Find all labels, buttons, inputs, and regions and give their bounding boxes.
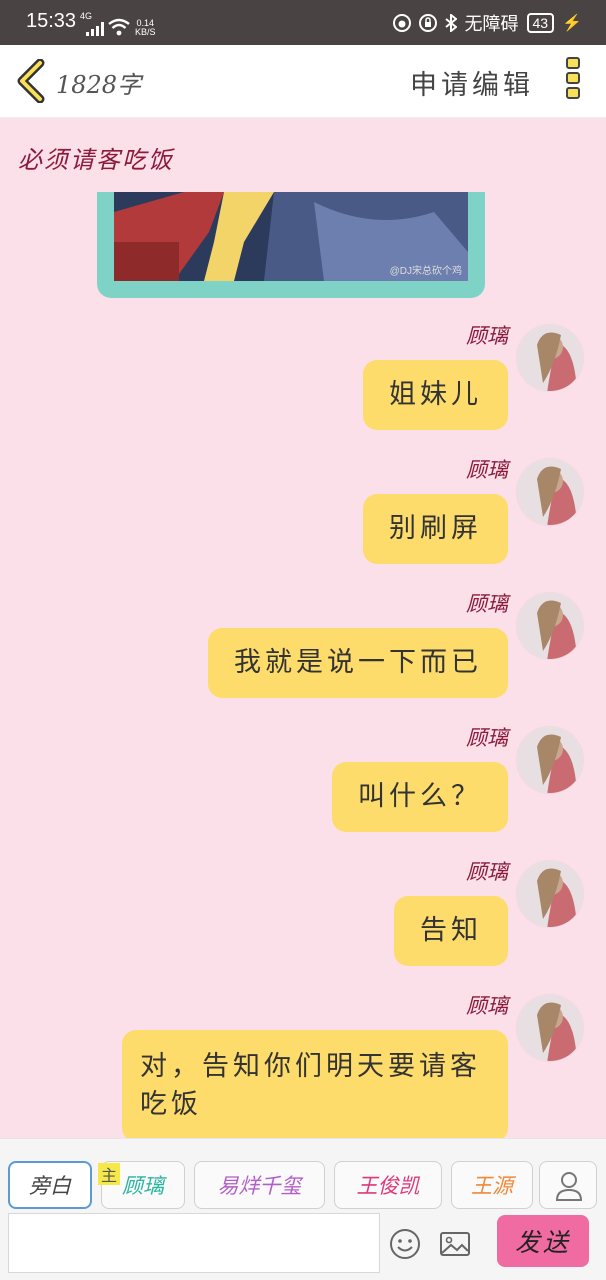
input-bar: 旁白 顾璃 主 易烊千玺 王俊凯 王源 发送 — [0, 1138, 606, 1280]
signal-icon — [86, 22, 104, 36]
sender-name: 顾璃 — [466, 726, 508, 750]
sender-name: 顾璃 — [466, 994, 508, 1018]
message-input[interactable] — [8, 1213, 380, 1273]
bluetooth-icon — [444, 14, 457, 32]
sender-name: 顾璃 — [466, 324, 508, 348]
sender-name: 顾璃 — [466, 458, 508, 482]
status-time: 15:33 — [26, 10, 77, 32]
shared-image[interactable]: @DJ宋总砍个鸡 — [114, 192, 468, 281]
role-yiyangqianxi[interactable]: 易烊千玺 — [194, 1161, 325, 1209]
role-wangjunkai[interactable]: 王俊凯 — [334, 1161, 442, 1209]
message-bubble[interactable]: 别刷屏 — [363, 494, 508, 564]
network-type: 4G — [80, 11, 93, 21]
role-label: 王源 — [471, 1174, 513, 1198]
role-label: 易烊千玺 — [217, 1174, 302, 1198]
role-label: 顾璃 — [122, 1174, 164, 1198]
image-message[interactable]: @DJ宋总砍个鸡 — [97, 192, 485, 298]
role-label: 旁白 — [29, 1174, 71, 1198]
avatar[interactable] — [516, 592, 584, 660]
speed-unit: KB/S — [135, 27, 156, 37]
message-bubble[interactable]: 告知 — [394, 896, 508, 966]
status-right: 无障碍 43 ⚡ — [392, 10, 582, 36]
network-speed: 0.14 KB/S — [135, 19, 156, 37]
smiley-icon[interactable] — [388, 1227, 422, 1261]
lead-role-tag: 主 — [98, 1163, 120, 1185]
eye-comfort-icon — [392, 14, 411, 32]
word-count: 1828字 — [56, 71, 142, 99]
lock-rotation-icon — [418, 14, 437, 32]
image-icon[interactable] — [438, 1227, 472, 1261]
avatar[interactable] — [516, 324, 584, 392]
avatar[interactable] — [516, 458, 584, 526]
chevron-left-icon[interactable] — [14, 59, 48, 103]
avatar[interactable] — [516, 994, 584, 1062]
role-narrator[interactable]: 旁白 — [8, 1161, 92, 1209]
character-manage-button[interactable] — [539, 1161, 597, 1209]
apply-edit-button[interactable]: 申请编辑 — [410, 63, 534, 102]
battery-icon: 43 — [526, 13, 555, 33]
role-label: 王俊凯 — [356, 1174, 420, 1198]
image-watermark: @DJ宋总砍个鸡 — [389, 266, 462, 277]
send-button[interactable]: 发送 — [497, 1215, 589, 1267]
sender-name: 顾璃 — [466, 592, 508, 616]
message-bubble[interactable]: 对，告知你们明天要请客吃饭 — [122, 1030, 508, 1138]
message-bubble[interactable]: 我就是说一下而已 — [208, 628, 508, 698]
avatar[interactable] — [516, 726, 584, 794]
person-icon — [555, 1172, 583, 1201]
charging-icon: ⚡ — [562, 15, 582, 32]
wifi-icon — [108, 18, 130, 36]
message-bubble[interactable]: 姐妹儿 — [363, 360, 508, 430]
sender-name: 顾璃 — [466, 860, 508, 884]
role-wangyuan[interactable]: 王源 — [451, 1161, 533, 1209]
more-vertical-icon[interactable] — [564, 57, 582, 107]
accessibility-label: 无障碍 — [464, 14, 519, 34]
header: 1828字 申请编辑 — [0, 45, 606, 118]
send-label: 发送 — [514, 1228, 571, 1257]
chat-area[interactable]: 必须请客吃饭 @DJ宋总砍个鸡 顾璃 姐妹儿 顾璃 别刷屏 顾璃 我就是说一下而… — [0, 118, 606, 1138]
avatar[interactable] — [516, 860, 584, 928]
message-bubble[interactable]: 叫什么？ — [332, 762, 508, 832]
chapter-title: 必须请客吃饭 — [18, 146, 174, 174]
status-bar: 15:33 4G 0.14 KB/S 无障碍 43 ⚡ — [0, 0, 606, 45]
